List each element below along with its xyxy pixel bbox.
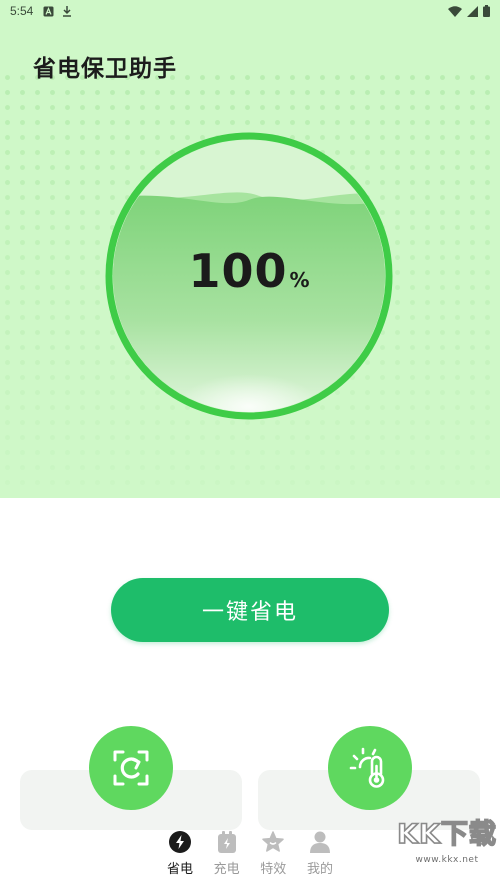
battery-percentage-value: 100 (188, 244, 288, 298)
battery-percentage-unit: % (289, 268, 310, 292)
profile-icon (309, 831, 330, 853)
watermark-url: www.kkx.net (415, 855, 479, 865)
status-time: 5:54 (10, 4, 34, 18)
wifi-icon (448, 5, 462, 17)
bottom-tab-bar: 省电 充电 特效 我的 (160, 828, 340, 888)
tab-save-power-label: 省电 (166, 862, 193, 877)
tab-effects[interactable]: 特效 (253, 828, 293, 888)
app-title: 省电保卫助手 (33, 56, 177, 82)
tab-charge[interactable]: 充电 (207, 828, 247, 888)
tab-mine-label: 我的 (306, 862, 333, 877)
tab-mine[interactable]: 我的 (300, 828, 340, 888)
watermark: KK下载 www.kkx.net (395, 812, 499, 886)
one-click-save-button[interactable]: 一键省电 (111, 578, 389, 642)
status-bar: 5:54 (0, 0, 500, 22)
signal-icon (467, 5, 478, 17)
thermometer-sun-icon (349, 747, 385, 788)
feature-button-refresh[interactable] (89, 726, 173, 810)
battery-charge-icon (217, 831, 236, 853)
download-icon (63, 6, 72, 17)
feature-button-temperature[interactable] (328, 726, 412, 810)
tab-charge-label: 充电 (213, 862, 240, 877)
lightning-icon (169, 831, 191, 853)
tab-save-power[interactable]: 省电 (160, 828, 200, 888)
tab-effects-label: 特效 (260, 862, 287, 877)
battery-icon (483, 5, 490, 17)
refresh-screen-icon (113, 750, 149, 786)
watermark-logo: KK下载 (396, 818, 497, 851)
star-icon (262, 831, 285, 852)
a-notification-icon (43, 6, 54, 16)
battery-percentage: 100% (104, 244, 394, 298)
